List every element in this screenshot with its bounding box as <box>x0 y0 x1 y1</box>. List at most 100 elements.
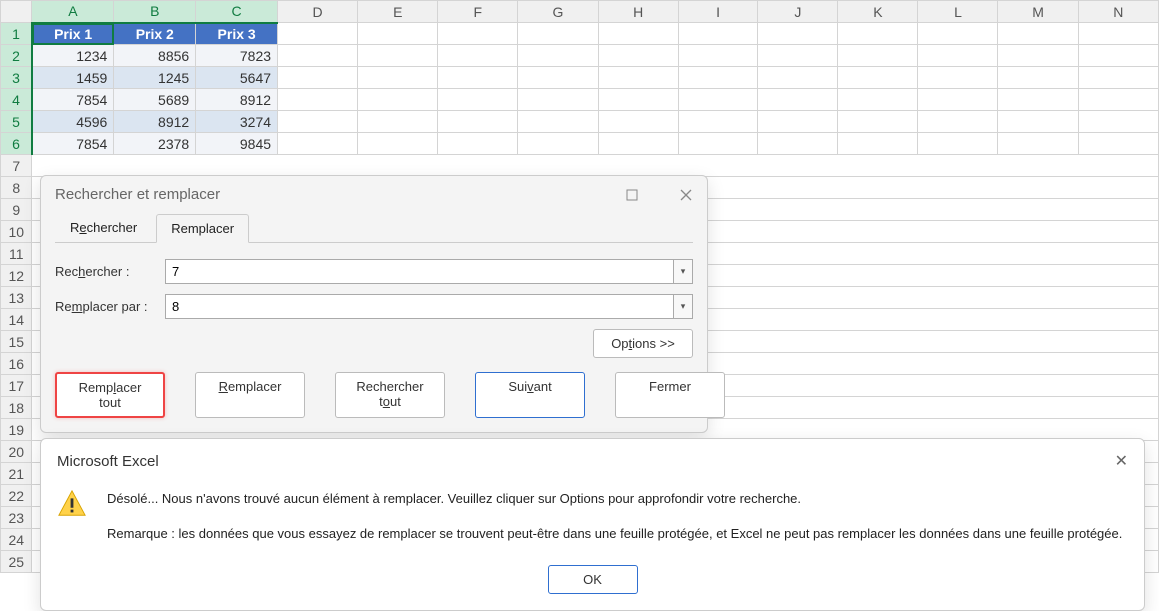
cell[interactable] <box>438 89 518 111</box>
cell-B5[interactable]: 8912 <box>114 111 196 133</box>
cell[interactable] <box>518 23 598 45</box>
cell[interactable] <box>518 89 598 111</box>
cell-C4[interactable]: 8912 <box>196 89 278 111</box>
cell[interactable] <box>918 45 998 67</box>
cell-C5[interactable]: 3274 <box>196 111 278 133</box>
cell[interactable] <box>678 111 758 133</box>
cell[interactable] <box>678 67 758 89</box>
cell-C1[interactable]: Prix 3 <box>196 23 278 45</box>
cell[interactable] <box>838 133 918 155</box>
cell-C2[interactable]: 7823 <box>196 45 278 67</box>
cell[interactable] <box>1078 45 1158 67</box>
cell[interactable] <box>918 89 998 111</box>
replace-input[interactable] <box>165 294 673 319</box>
cell[interactable] <box>758 45 838 67</box>
cell[interactable] <box>278 45 358 67</box>
col-header-C[interactable]: C <box>196 1 278 23</box>
row-header-14[interactable]: 14 <box>1 309 32 331</box>
row-header-19[interactable]: 19 <box>1 419 32 441</box>
cell[interactable] <box>678 133 758 155</box>
cell[interactable] <box>438 111 518 133</box>
cell[interactable] <box>998 45 1078 67</box>
cell[interactable] <box>838 89 918 111</box>
cell[interactable] <box>518 133 598 155</box>
find-dropdown-icon[interactable]: ▾ <box>673 259 693 284</box>
col-header-M[interactable]: M <box>998 1 1078 23</box>
cell[interactable] <box>358 111 438 133</box>
cell[interactable] <box>438 23 518 45</box>
cell[interactable] <box>278 89 358 111</box>
maximize-icon[interactable] <box>625 188 639 202</box>
cell[interactable] <box>838 67 918 89</box>
row-header-1[interactable]: 1 <box>1 23 32 45</box>
cell[interactable] <box>678 45 758 67</box>
cell-A1[interactable]: Prix 1 <box>32 23 114 45</box>
cell[interactable] <box>678 89 758 111</box>
cell[interactable] <box>758 67 838 89</box>
cell[interactable] <box>518 45 598 67</box>
cell[interactable] <box>598 23 678 45</box>
cell[interactable] <box>1078 23 1158 45</box>
cell[interactable] <box>758 89 838 111</box>
cell[interactable] <box>278 23 358 45</box>
col-header-L[interactable]: L <box>918 1 998 23</box>
cell[interactable] <box>1078 133 1158 155</box>
cell[interactable] <box>598 89 678 111</box>
cell[interactable] <box>918 23 998 45</box>
options-button[interactable]: Options >> <box>593 329 693 358</box>
tab-replace[interactable]: Remplacer <box>156 214 249 243</box>
cell[interactable] <box>998 23 1078 45</box>
cell[interactable] <box>598 67 678 89</box>
row-header-25[interactable]: 25 <box>1 551 32 573</box>
row-header-21[interactable]: 21 <box>1 463 32 485</box>
close-button[interactable]: Fermer <box>615 372 725 418</box>
cell[interactable] <box>998 67 1078 89</box>
row-header-7[interactable]: 7 <box>1 155 32 177</box>
row-header-11[interactable]: 11 <box>1 243 32 265</box>
cell-A2[interactable]: 1234 <box>32 45 114 67</box>
row-header-10[interactable]: 10 <box>1 221 32 243</box>
cell-A5[interactable]: 4596 <box>32 111 114 133</box>
cell[interactable] <box>518 67 598 89</box>
col-header-G[interactable]: G <box>518 1 598 23</box>
corner-cell[interactable] <box>1 1 32 23</box>
cell[interactable] <box>1078 89 1158 111</box>
row-header-16[interactable]: 16 <box>1 353 32 375</box>
find-next-button[interactable]: Suivant <box>475 372 585 418</box>
tab-find[interactable]: Rechercher <box>55 213 152 242</box>
col-header-F[interactable]: F <box>438 1 518 23</box>
replace-button[interactable]: Remplacer <box>195 372 305 418</box>
cell[interactable] <box>838 23 918 45</box>
cell[interactable] <box>438 67 518 89</box>
cell[interactable] <box>358 23 438 45</box>
cell[interactable] <box>278 111 358 133</box>
close-icon[interactable] <box>679 188 693 202</box>
cell-B3[interactable]: 1245 <box>114 67 196 89</box>
row-header-4[interactable]: 4 <box>1 89 32 111</box>
cell[interactable] <box>758 111 838 133</box>
row-header-22[interactable]: 22 <box>1 485 32 507</box>
cell-B1[interactable]: Prix 2 <box>114 23 196 45</box>
replace-dropdown-icon[interactable]: ▾ <box>673 294 693 319</box>
cell[interactable] <box>438 133 518 155</box>
cell[interactable] <box>598 111 678 133</box>
cell[interactable] <box>918 133 998 155</box>
row-header-12[interactable]: 12 <box>1 265 32 287</box>
row-header-24[interactable]: 24 <box>1 529 32 551</box>
cell[interactable] <box>358 133 438 155</box>
cell[interactable] <box>998 111 1078 133</box>
cell[interactable] <box>1078 67 1158 89</box>
cell-A6[interactable]: 7854 <box>32 133 114 155</box>
row-header-23[interactable]: 23 <box>1 507 32 529</box>
cell[interactable] <box>358 67 438 89</box>
replace-all-button[interactable]: Remplacer tout <box>55 372 165 418</box>
row-header-2[interactable]: 2 <box>1 45 32 67</box>
cell[interactable] <box>518 111 598 133</box>
row-header-20[interactable]: 20 <box>1 441 32 463</box>
cell[interactable] <box>998 89 1078 111</box>
col-header-J[interactable]: J <box>758 1 838 23</box>
cell-C6[interactable]: 9845 <box>196 133 278 155</box>
cell[interactable] <box>358 45 438 67</box>
message-close-icon[interactable]: ✕ <box>1115 451 1128 471</box>
row-header-17[interactable]: 17 <box>1 375 32 397</box>
